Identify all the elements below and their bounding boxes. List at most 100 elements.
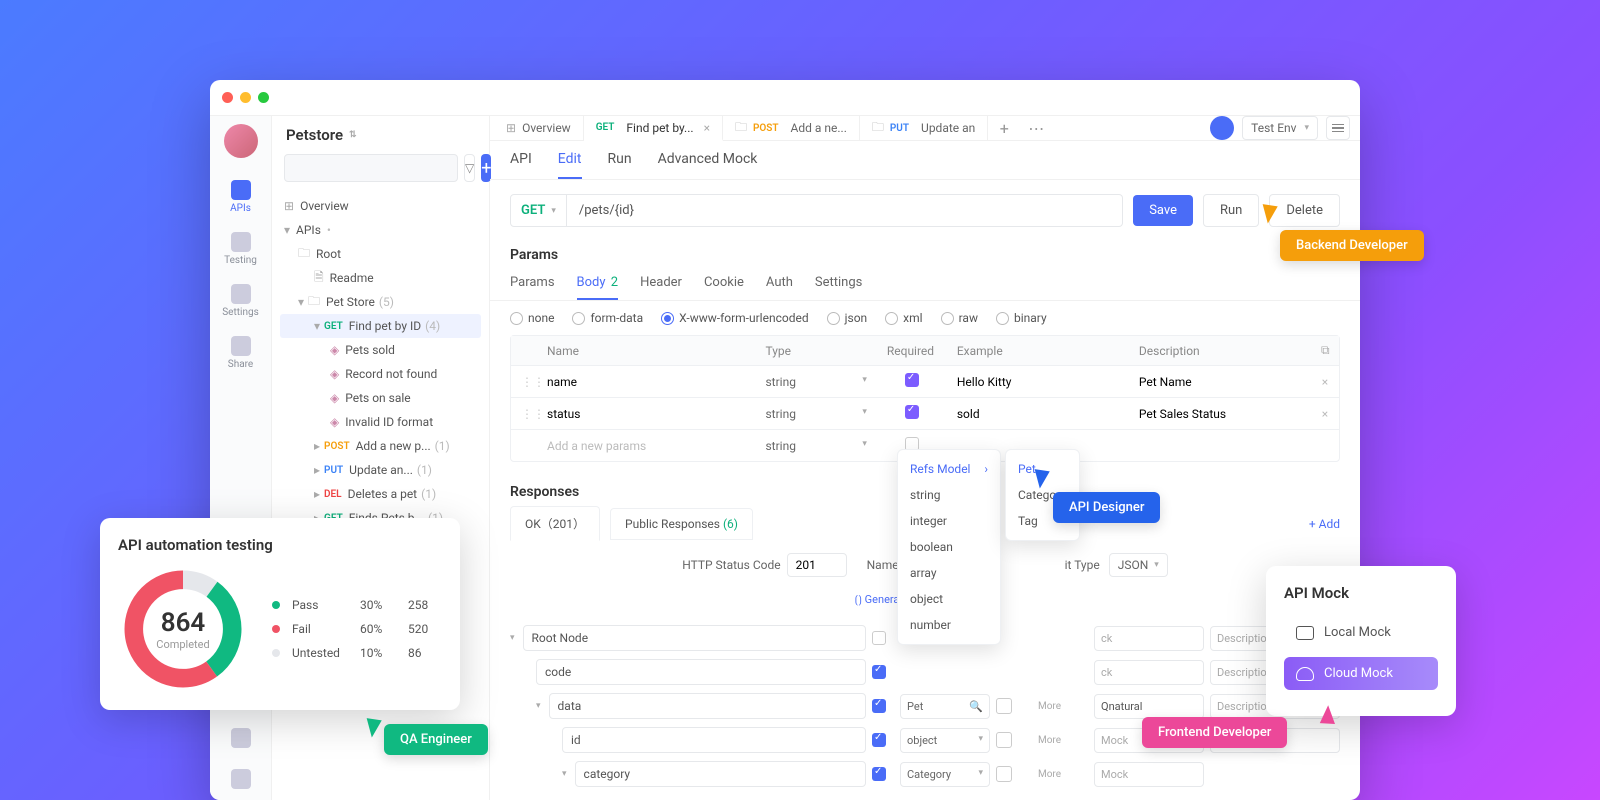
radio-xml[interactable]: xml xyxy=(885,311,922,325)
minimize-dot[interactable] xyxy=(240,92,251,103)
drag-handle[interactable]: ⋮⋮ xyxy=(511,368,537,396)
param-example-input[interactable]: sold xyxy=(947,400,1129,428)
refs-model-header[interactable]: Refs Model› xyxy=(898,456,1000,482)
content-type-select[interactable]: JSON▾ xyxy=(1109,553,1168,577)
ptab-settings[interactable]: Settings xyxy=(815,275,862,300)
tree-petstore[interactable]: ▾🗀Pet Store(5) xyxy=(280,290,481,314)
mock-local[interactable]: Local Mock xyxy=(1284,616,1438,649)
ptab-params[interactable]: Params xyxy=(510,275,555,300)
tree-overview[interactable]: ⊞Overview xyxy=(280,194,481,218)
schema-more[interactable]: More xyxy=(1038,735,1088,746)
search-input[interactable] xyxy=(284,154,458,182)
close-dot[interactable] xyxy=(222,92,233,103)
method-select[interactable]: GET▾ xyxy=(510,194,567,227)
maximize-dot[interactable] xyxy=(258,92,269,103)
mock-cloud[interactable]: Cloud Mock xyxy=(1284,657,1438,690)
add-response[interactable]: + Add xyxy=(1309,517,1340,531)
param-name-input[interactable]: name xyxy=(537,368,755,396)
ptab-auth[interactable]: Auth xyxy=(766,275,793,300)
env-select[interactable]: Test Env▾ xyxy=(1242,116,1318,140)
schema-name-input[interactable]: category xyxy=(575,761,866,787)
rail-gear[interactable] xyxy=(213,761,269,800)
resp-tab-ok[interactable]: OK（201） xyxy=(510,506,600,541)
close-icon[interactable]: × xyxy=(704,121,710,135)
window-controls[interactable] xyxy=(222,92,269,103)
tab-update[interactable]: 🗀PUTUpdate an xyxy=(860,116,988,140)
url-input[interactable]: /pets/{id} xyxy=(567,194,1123,227)
sync-icon[interactable] xyxy=(1210,116,1234,140)
menu-button[interactable] xyxy=(1326,116,1350,140)
tree-record-nf[interactable]: ◈Record not found xyxy=(280,362,481,386)
filter-button[interactable]: ▽ xyxy=(464,154,475,182)
delete-row-icon[interactable]: × xyxy=(1311,400,1339,428)
schema-mock-input[interactable]: ck xyxy=(1094,626,1204,651)
schema-name-input[interactable]: code xyxy=(536,659,866,685)
tab-find-pet[interactable]: GETFind pet by...× xyxy=(584,116,723,141)
ptab-header[interactable]: Header xyxy=(640,275,682,300)
avatar[interactable] xyxy=(224,124,258,158)
delete-button[interactable]: Delete xyxy=(1269,194,1340,227)
param-type-select[interactable]: string▾ xyxy=(755,400,876,428)
tree-pets-sold[interactable]: ◈Pets sold xyxy=(280,338,481,362)
delete-row-icon[interactable]: × xyxy=(1311,368,1339,396)
param-type-select[interactable]: string▾ xyxy=(755,432,876,460)
tree-delete[interactable]: ▸DELDeletes a pet(1) xyxy=(280,482,481,506)
tree-find-pet[interactable]: ▾GETFind pet by ID(4) xyxy=(280,314,481,338)
schema-type-select[interactable]: Pet🔍 xyxy=(900,694,990,719)
rail-apis[interactable]: APIs xyxy=(213,172,269,222)
schema-name-input[interactable]: data xyxy=(549,693,866,719)
drag-handle[interactable]: ⋮⋮ xyxy=(511,400,537,428)
schema-type-select[interactable]: object▾ xyxy=(900,728,990,753)
rail-testing[interactable]: Testing xyxy=(213,224,269,274)
param-desc-input[interactable]: Pet Name xyxy=(1129,368,1311,396)
tab-more-button[interactable]: ⋯ xyxy=(1020,116,1052,140)
radio-binary[interactable]: binary xyxy=(996,311,1047,325)
tree-update[interactable]: ▸PUTUpdate an...(1) xyxy=(280,458,481,482)
subnav-api[interactable]: API xyxy=(510,151,532,179)
tree-apis[interactable]: ▾APIs• xyxy=(280,218,481,242)
schema-extra-checkbox[interactable] xyxy=(996,732,1012,748)
tree-root[interactable]: 🗀Root xyxy=(280,242,481,266)
rail-share[interactable]: Share xyxy=(213,328,269,378)
schema-checkbox[interactable] xyxy=(872,631,886,645)
tree-add-new[interactable]: ▸POSTAdd a new p...(1) xyxy=(280,434,481,458)
type-opt-number[interactable]: number xyxy=(898,612,1000,638)
ptab-cookie[interactable]: Cookie xyxy=(704,275,744,300)
schema-name-input[interactable]: Root Node xyxy=(523,625,866,651)
param-type-select[interactable]: string▾ xyxy=(755,368,876,396)
param-name-input[interactable]: status xyxy=(537,400,755,428)
schema-checkbox[interactable] xyxy=(872,767,886,781)
schema-checkbox[interactable] xyxy=(872,733,886,747)
param-example-input[interactable]: Hello Kitty xyxy=(947,368,1129,396)
param-name-input[interactable]: Add a new params xyxy=(537,432,755,460)
rail-misc1[interactable] xyxy=(213,720,269,759)
tab-add-button[interactable]: + xyxy=(988,116,1020,140)
schema-type-select[interactable]: Category▾ xyxy=(900,762,990,787)
schema-more[interactable]: More xyxy=(1038,701,1088,712)
col-action-icon[interactable]: ⧉ xyxy=(1311,336,1339,365)
radio-xwww[interactable]: X-www-form-urlencoded xyxy=(661,311,808,325)
ptab-body[interactable]: Body 2 xyxy=(577,275,619,300)
rail-settings[interactable]: Settings xyxy=(213,276,269,326)
schema-mock-input[interactable]: ck xyxy=(1094,660,1204,685)
required-checkbox[interactable] xyxy=(905,373,919,387)
subnav-edit[interactable]: Edit xyxy=(558,151,582,179)
schema-checkbox[interactable] xyxy=(872,699,886,713)
project-name[interactable]: Petstore⇅ xyxy=(272,116,489,154)
resp-tab-public[interactable]: Public Responses (6) xyxy=(610,508,753,540)
schema-more[interactable]: More xyxy=(1038,769,1088,780)
radio-raw[interactable]: raw xyxy=(941,311,978,325)
schema-mock-input[interactable]: Mock xyxy=(1094,762,1204,787)
subnav-mock[interactable]: Advanced Mock xyxy=(658,151,758,179)
type-opt-object[interactable]: object xyxy=(898,586,1000,612)
type-opt-string[interactable]: string xyxy=(898,482,1000,508)
tab-add-new[interactable]: 🗀POSTAdd a ne... xyxy=(723,116,860,140)
radio-json[interactable]: json xyxy=(827,311,868,325)
status-input[interactable] xyxy=(787,553,847,577)
schema-extra-checkbox[interactable] xyxy=(996,698,1012,714)
save-button[interactable]: Save xyxy=(1133,195,1193,226)
tree-readme[interactable]: 🗎Readme xyxy=(280,266,481,290)
type-opt-array[interactable]: array xyxy=(898,560,1000,586)
schema-mock-input[interactable]: Qnatural xyxy=(1094,694,1204,719)
radio-none[interactable]: none xyxy=(510,311,554,325)
